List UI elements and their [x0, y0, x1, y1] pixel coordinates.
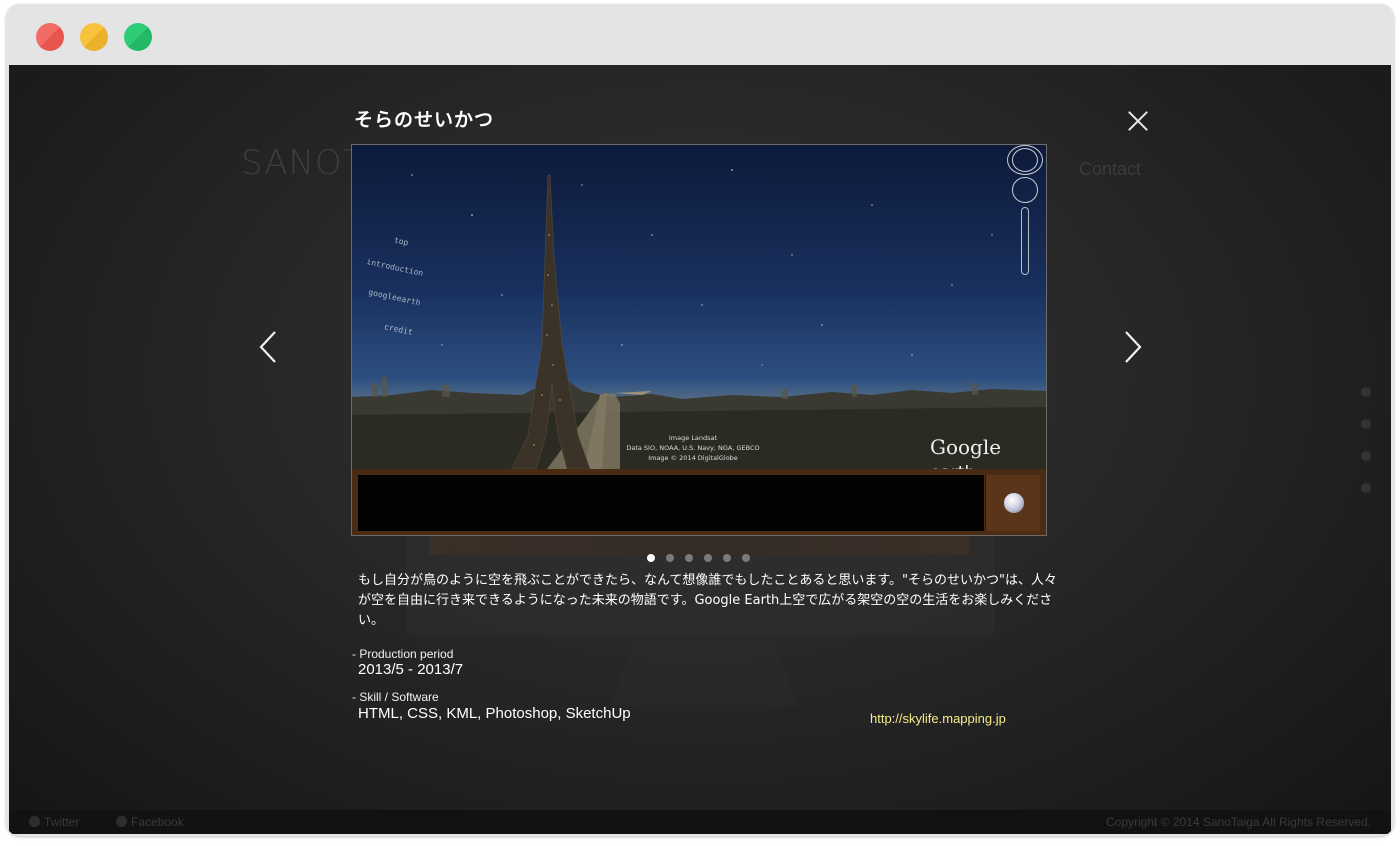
production-period-value: 2013/5 - 2013/7	[358, 661, 464, 678]
browser-window: SANOT Contact Twitter Facebook Copyright…	[6, 4, 1394, 836]
pager-dot[interactable]	[742, 554, 750, 562]
site-logo: SANOT	[241, 143, 365, 183]
maximize-window-button[interactable]	[124, 23, 152, 51]
credit-line: Image Landsat	[668, 434, 718, 442]
close-window-button[interactable]	[36, 23, 64, 51]
section-dots	[1361, 387, 1371, 515]
logo-main: Google	[930, 435, 1002, 459]
pager-dot[interactable]	[685, 554, 693, 562]
look-ring-inner-icon	[1012, 148, 1038, 172]
skill-software-value: HTML, CSS, KML, Photoshop, SketchUp	[358, 705, 631, 722]
nav-contact-link[interactable]: Contact	[1079, 159, 1141, 180]
chevron-right-icon	[1125, 331, 1142, 363]
credit-line: Image © 2014 DigitalGlobe	[648, 454, 738, 462]
section-dot[interactable]	[1361, 451, 1371, 461]
work-description: もし自分が鳥のように空を飛ぶことができたら、なんて想像誰でもしたことあると思いま…	[358, 573, 1058, 628]
prev-slide-button[interactable]	[255, 327, 285, 367]
scene-illustration	[352, 169, 1046, 469]
control-bar-screen	[358, 475, 984, 531]
slide-pager	[647, 547, 761, 562]
close-modal-button[interactable]	[1127, 110, 1149, 132]
minimize-window-button[interactable]	[80, 23, 108, 51]
footer-twitter-label: Twitter	[44, 815, 80, 829]
section-dot[interactable]	[1361, 483, 1371, 493]
twitter-icon	[29, 816, 40, 827]
footer-twitter-link[interactable]: Twitter	[29, 815, 79, 829]
imagery-credit: Image Landsat Data SIO, NOAA, U.S. Navy,…	[618, 433, 768, 463]
project-site-link[interactable]: http://skylife.mapping.jp	[870, 711, 1006, 726]
footer-copyright: Copyright © 2014 SanoTaiga All Rights Re…	[1106, 815, 1371, 829]
production-period-label: - Production period	[352, 647, 454, 661]
pager-dot[interactable]	[704, 554, 712, 562]
chevron-left-icon	[259, 331, 276, 363]
footer-facebook-link[interactable]: Facebook	[116, 815, 184, 829]
orb-button[interactable]	[985, 475, 1040, 531]
credit-line: Data SIO, NOAA, U.S. Navy, NGA, GEBCO	[626, 444, 760, 452]
pager-dot[interactable]	[647, 554, 655, 562]
background-monitor-stand	[609, 635, 799, 705]
skill-software-label: - Skill / Software	[352, 690, 439, 704]
facebook-icon	[116, 816, 127, 827]
site-footer: Twitter Facebook Copyright © 2014 SanoTa…	[9, 810, 1391, 834]
pager-dot[interactable]	[666, 554, 674, 562]
slide-image: top introduction googleearth credit Imag…	[351, 144, 1047, 536]
slide-control-bar	[352, 469, 1046, 535]
section-dot[interactable]	[1361, 387, 1371, 397]
page-viewport: SANOT Contact Twitter Facebook Copyright…	[9, 65, 1391, 834]
zoom-slider[interactable]	[1021, 207, 1029, 275]
modal-title: そらのせいかつ	[354, 109, 495, 131]
next-slide-button[interactable]	[1116, 327, 1146, 367]
google-earth-logo: Google earth	[930, 435, 1046, 469]
title-bar	[6, 4, 1394, 65]
footer-facebook-label: Facebook	[131, 815, 184, 829]
move-ring-icon[interactable]	[1012, 177, 1038, 203]
section-dot[interactable]	[1361, 419, 1371, 429]
eiffel-tower-scene: top introduction googleearth credit Imag…	[352, 145, 1046, 469]
pager-dot[interactable]	[723, 554, 731, 562]
orb-icon	[1004, 493, 1024, 513]
